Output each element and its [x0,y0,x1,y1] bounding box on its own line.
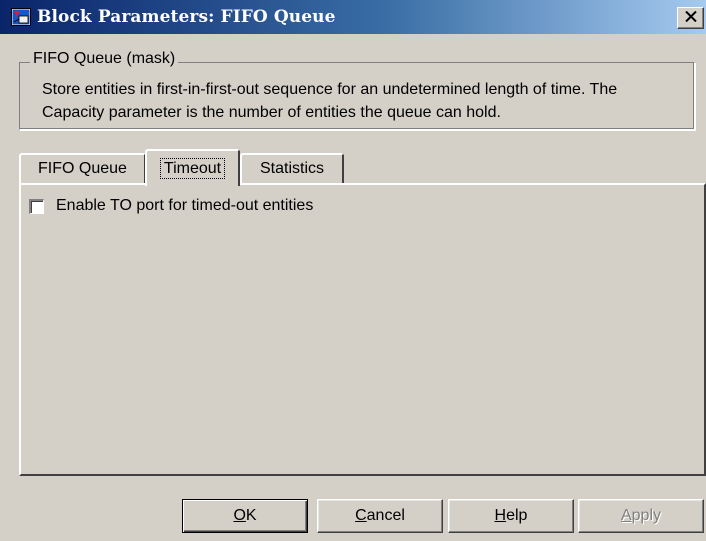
group-legend: FIFO Queue (mask) [30,50,179,68]
cancel-button-label: Cancel [355,507,405,524]
title-bar[interactable]: Block Parameters: FIFO Queue [0,0,706,34]
tab-fifo-queue[interactable]: FIFO Queue [19,153,146,183]
simulink-block-icon [11,8,31,26]
mask-description: Store entities in first-in-first-out seq… [42,81,618,121]
tab-label: Statistics [259,160,324,177]
enable-to-port-option[interactable]: Enable TO port for timed-out entities [29,197,313,215]
close-icon [684,9,697,27]
help-button[interactable]: Help [448,499,574,533]
tab-label: Timeout [159,158,226,179]
ok-button[interactable]: OK [182,499,308,533]
dialog-window: Block Parameters: FIFO Queue FIFO Queue … [0,0,706,541]
window-title: Block Parameters: FIFO Queue [37,7,336,27]
enable-to-port-checkbox[interactable] [29,198,44,214]
tab-panel-timeout [19,183,706,476]
cancel-button[interactable]: Cancel [317,499,443,533]
close-button[interactable] [677,7,704,29]
help-button-label: Help [494,507,528,524]
tab-statistics[interactable]: Statistics [240,153,344,183]
tab-timeout[interactable]: Timeout [145,149,240,186]
enable-to-port-label[interactable]: Enable TO port for timed-out entities [56,197,313,215]
tab-label: FIFO Queue [38,160,127,177]
ok-button-label: OK [233,507,257,524]
apply-button[interactable]: Apply [578,499,704,533]
apply-button-label: Apply [620,507,662,524]
